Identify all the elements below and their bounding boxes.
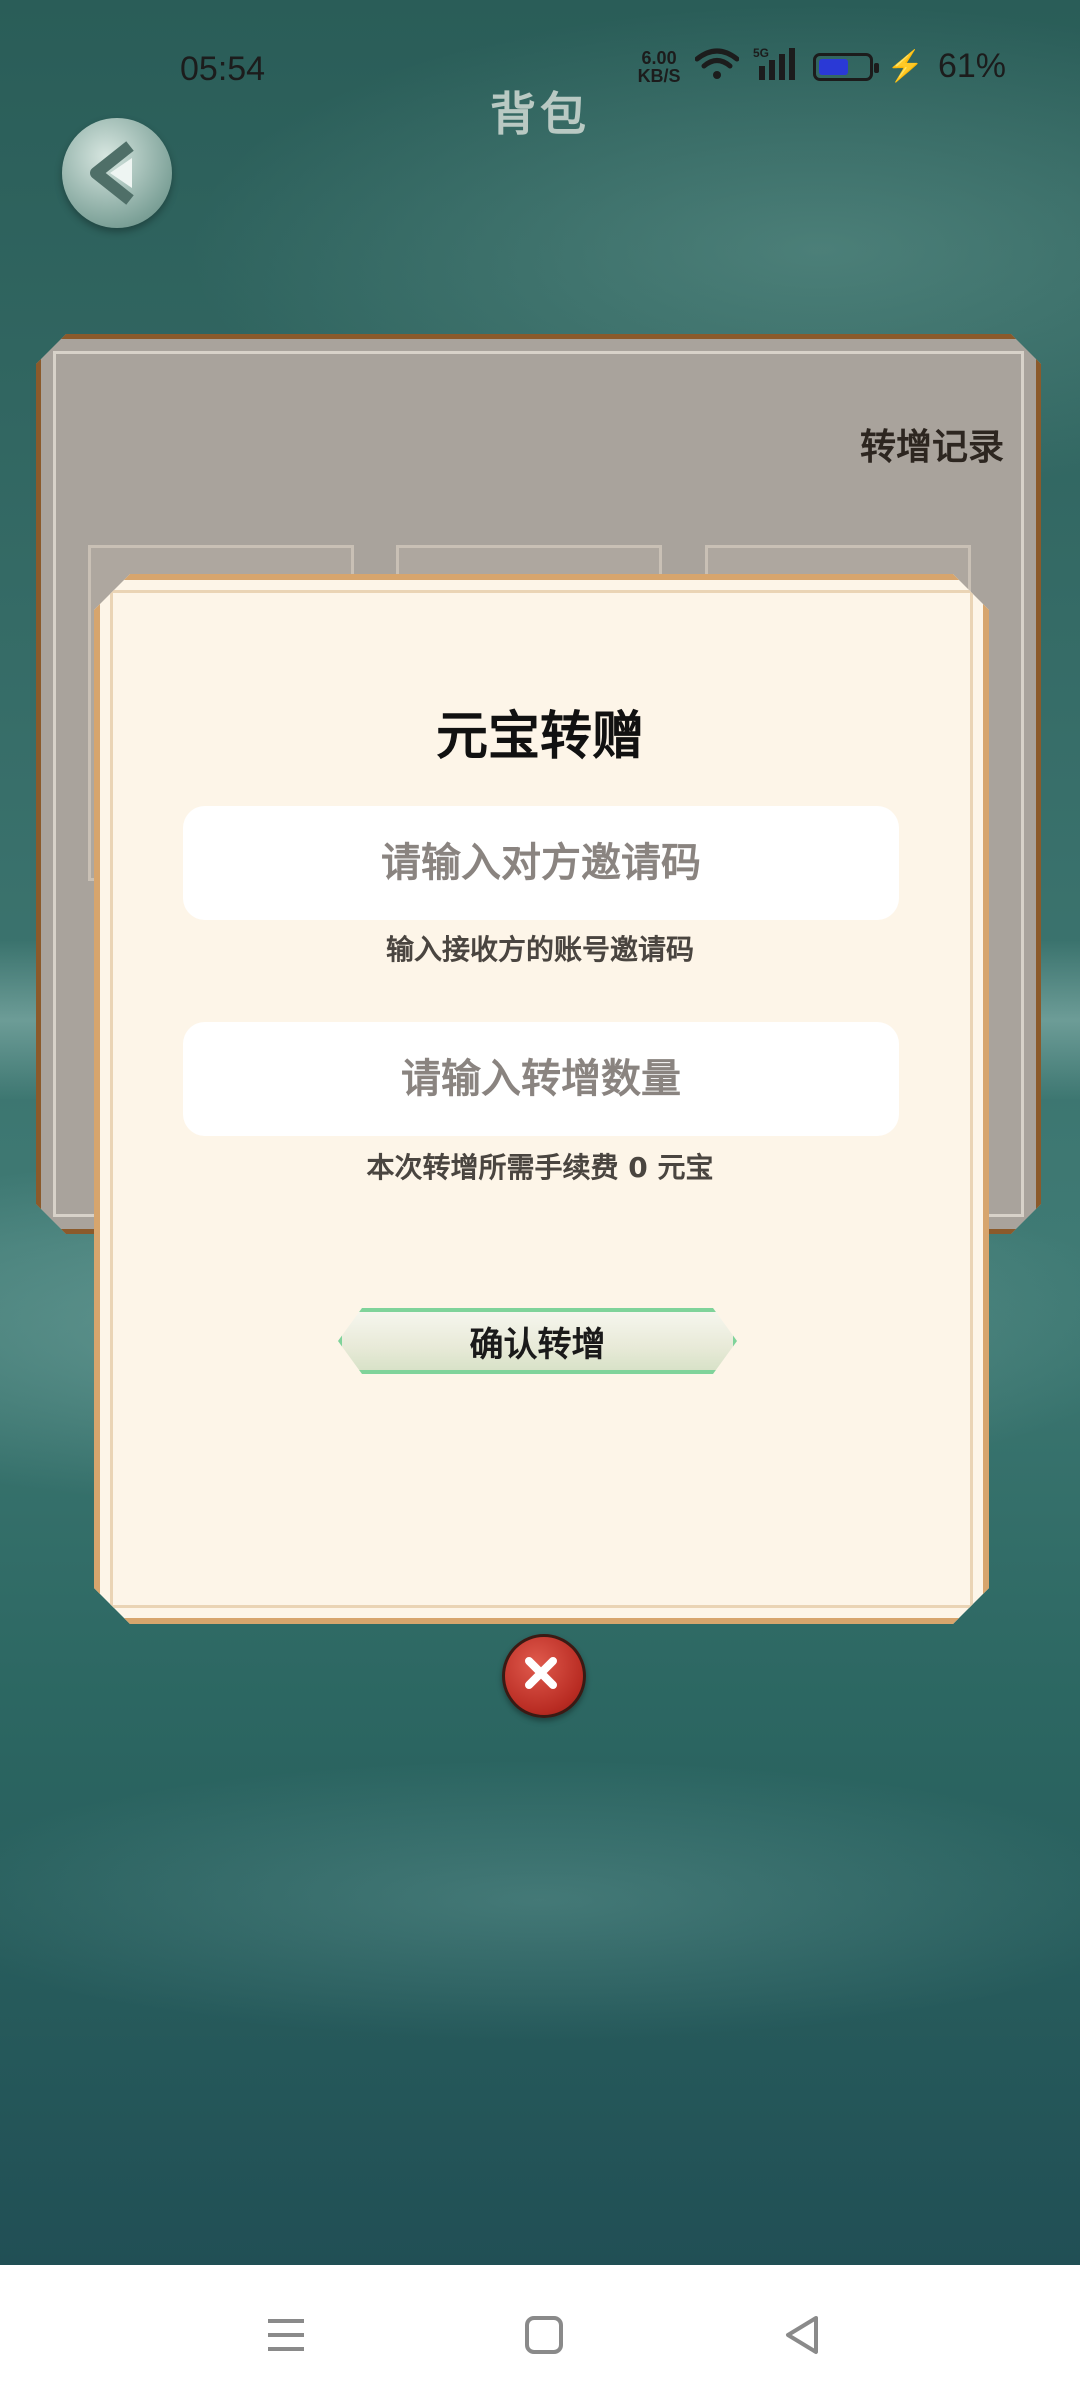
- nav-menu-button[interactable]: [256, 2305, 316, 2365]
- triangle-back-icon: [786, 2316, 818, 2354]
- invite-code-input[interactable]: [183, 839, 899, 887]
- confirm-transfer-button[interactable]: 确认转增: [320, 1302, 755, 1380]
- invite-code-hint: 输入接收方的账号邀请码: [385, 933, 694, 966]
- amount-input[interactable]: [183, 1055, 899, 1103]
- system-nav-bar: [0, 2265, 1080, 2400]
- nav-back-button[interactable]: [772, 2305, 832, 2365]
- battery-fill: [818, 58, 848, 75]
- confirm-button-label: 确认转增: [469, 1324, 606, 1365]
- battery-icon: [812, 52, 879, 81]
- amount-field[interactable]: [183, 1022, 899, 1136]
- close-button[interactable]: [502, 1634, 586, 1718]
- network-type-label: 5G: [753, 46, 769, 60]
- invite-code-field[interactable]: [183, 806, 899, 920]
- home-icon: [525, 2316, 563, 2354]
- back-arrow-icon: [90, 141, 134, 205]
- menu-icon: [268, 2319, 304, 2351]
- net-speed-value: 6.00: [641, 47, 677, 68]
- fee-hint: 本次转增所需手续费 0 元宝: [366, 1151, 714, 1184]
- nav-home-button[interactable]: [514, 2305, 574, 2365]
- modal-title: 元宝转赠: [435, 706, 644, 767]
- transfer-records-link[interactable]: 转增记录: [860, 418, 1004, 470]
- back-button[interactable]: [62, 118, 172, 228]
- close-icon: [525, 1657, 557, 1689]
